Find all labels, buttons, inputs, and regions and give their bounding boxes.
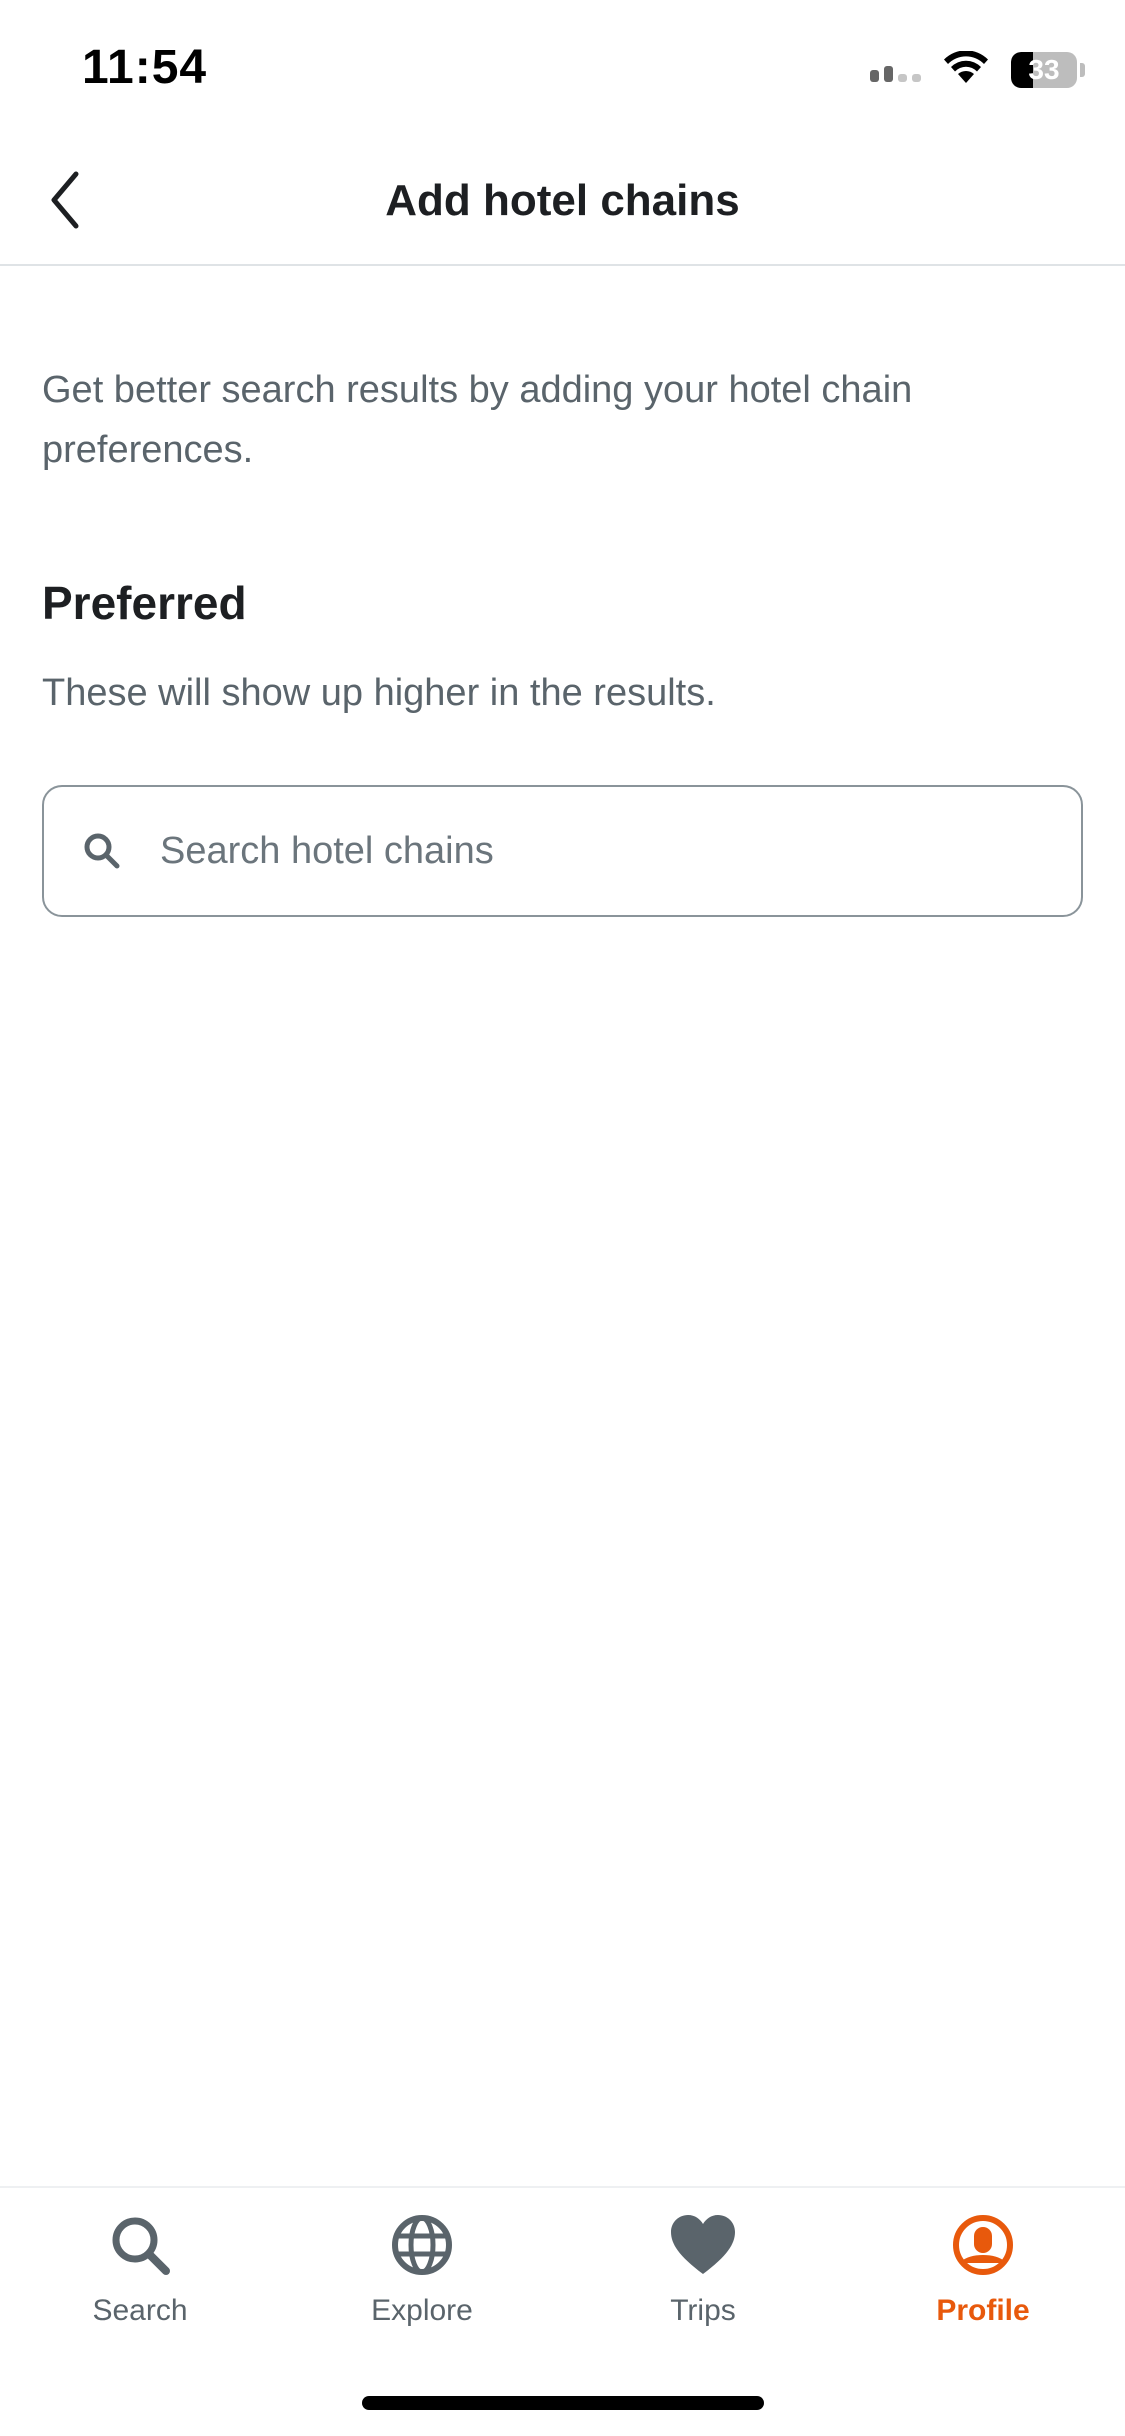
tab-trips[interactable]: Trips [603,2210,803,2350]
tab-search[interactable]: Search [40,2210,240,2350]
tab-label: Explore [371,2294,473,2327]
battery-cap [1080,63,1085,77]
home-indicator [362,2396,764,2410]
status-time: 11:54 [82,41,208,94]
wifi-icon [943,49,989,90]
screen: 11:54 33 Add hotel chains Get better sea… [0,0,1125,2436]
globe-icon [387,2210,457,2280]
search-icon [80,829,124,873]
battery-indicator: 33 [1011,52,1085,88]
tab-label: Profile [936,2294,1030,2327]
search-field[interactable] [42,785,1083,917]
profile-icon [948,2210,1018,2280]
main-content: Get better search results by adding your… [42,266,1083,917]
battery-icon: 33 [1011,52,1077,88]
heart-icon [668,2210,738,2280]
search-icon [105,2210,175,2280]
status-bar: 11:54 33 [0,0,1125,140]
tab-label: Search [92,2294,188,2327]
status-indicators: 33 [870,49,1085,90]
page-title: Add hotel chains [385,176,740,225]
battery-percent: 33 [1028,54,1060,85]
tab-label: Trips [670,2294,736,2327]
search-input[interactable] [160,829,1020,873]
cellular-signal-icon [870,58,921,82]
intro-text: Get better search results by adding your… [42,369,913,471]
nav-header: Add hotel chains [0,140,1125,266]
preferred-heading: Preferred [42,577,247,629]
tab-profile[interactable]: Profile [883,2210,1083,2350]
tab-explore[interactable]: Explore [322,2210,522,2350]
preferred-description: These will show up higher in the results… [42,672,716,714]
